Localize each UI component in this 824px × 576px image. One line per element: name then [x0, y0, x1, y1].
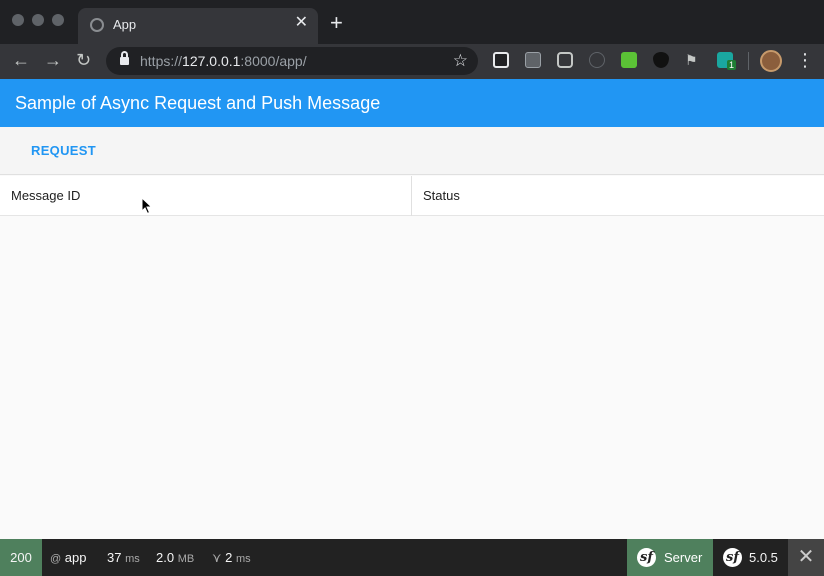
screen: App ✕ + ← → ↻ https://127.0.0.1:8000/app… — [0, 0, 824, 576]
plant-icon: ⋎ — [212, 550, 222, 565]
green-extension-icon[interactable] — [621, 52, 637, 68]
toolbar-divider — [748, 52, 749, 70]
pocket-extension-icon[interactable] — [557, 52, 573, 68]
forward-arrow-icon[interactable]: → — [44, 50, 62, 70]
back-arrow-icon[interactable]: ← — [12, 50, 30, 70]
reload-icon[interactable]: ↻ — [76, 50, 91, 70]
window-minimize-dot[interactable] — [32, 14, 44, 26]
more-menu-icon[interactable]: ⋮ — [796, 49, 814, 71]
column-header-status[interactable]: Status — [412, 176, 824, 216]
symfony-version-logo-icon: sf — [723, 548, 742, 567]
window-close-dot[interactable] — [12, 14, 24, 26]
server-label: Server — [664, 550, 703, 565]
bookmark-star-icon[interactable]: ☆ — [453, 51, 468, 71]
window-zoom-dot[interactable] — [52, 14, 64, 26]
url-text: https://127.0.0.1:8000/app/ — [140, 53, 307, 69]
browser-tab-bar: App ✕ + — [0, 0, 824, 44]
new-tab-icon[interactable]: + — [330, 12, 343, 34]
symfony-version[interactable]: 5.0.5 — [749, 539, 778, 576]
status-code-badge[interactable]: 200 — [0, 539, 42, 576]
tab-title: App — [113, 17, 137, 32]
app-header: Sample of Async Request and Push Message — [0, 79, 824, 127]
symfony-logo-icon: sf — [637, 548, 656, 567]
browser-tab[interactable]: App ✕ — [78, 8, 318, 44]
server-panel[interactable]: sf Server — [627, 539, 713, 576]
browser-toolbar: ← → ↻ https://127.0.0.1:8000/app/ ☆ ⚑ 1 … — [0, 44, 824, 79]
request-time[interactable]: 37 ms — [107, 539, 140, 576]
info-extension-icon[interactable] — [589, 52, 605, 68]
lock-icon — [120, 51, 129, 66]
extension-badge: 1 — [727, 60, 737, 70]
app-title: Sample of Async Request and Push Message — [15, 93, 381, 113]
messages-table-header: Message ID Status — [0, 176, 824, 216]
route-info[interactable]: @ app — [50, 539, 87, 576]
address-bar[interactable]: https://127.0.0.1:8000/app/ ☆ — [106, 47, 478, 75]
shield-extension-icon[interactable] — [653, 52, 669, 68]
profile-avatar[interactable] — [760, 50, 782, 72]
memory-usage[interactable]: 2.0 MB — [156, 539, 194, 576]
mouse-cursor-icon — [141, 197, 153, 215]
close-tab-icon[interactable]: ✕ — [295, 15, 308, 31]
queries-info[interactable]: ⋎ 2 ms — [212, 539, 251, 576]
close-toolbar-icon[interactable]: ✕ — [788, 539, 824, 576]
globe-icon — [90, 18, 104, 32]
screenshot-extension-icon[interactable] — [525, 52, 541, 68]
action-bar: REQUEST — [0, 127, 824, 175]
request-button[interactable]: REQUEST — [23, 135, 104, 167]
flag-extension-icon[interactable]: ⚑ — [685, 52, 701, 68]
s-extension-icon[interactable]: 1 — [717, 52, 737, 70]
symfony-debug-toolbar: 200 @ app 37 ms 2.0 MB ⋎ 2 ms sf Server … — [0, 539, 824, 576]
column-header-message-id[interactable]: Message ID — [0, 176, 411, 216]
jetbrains-extension-icon[interactable] — [493, 52, 509, 68]
